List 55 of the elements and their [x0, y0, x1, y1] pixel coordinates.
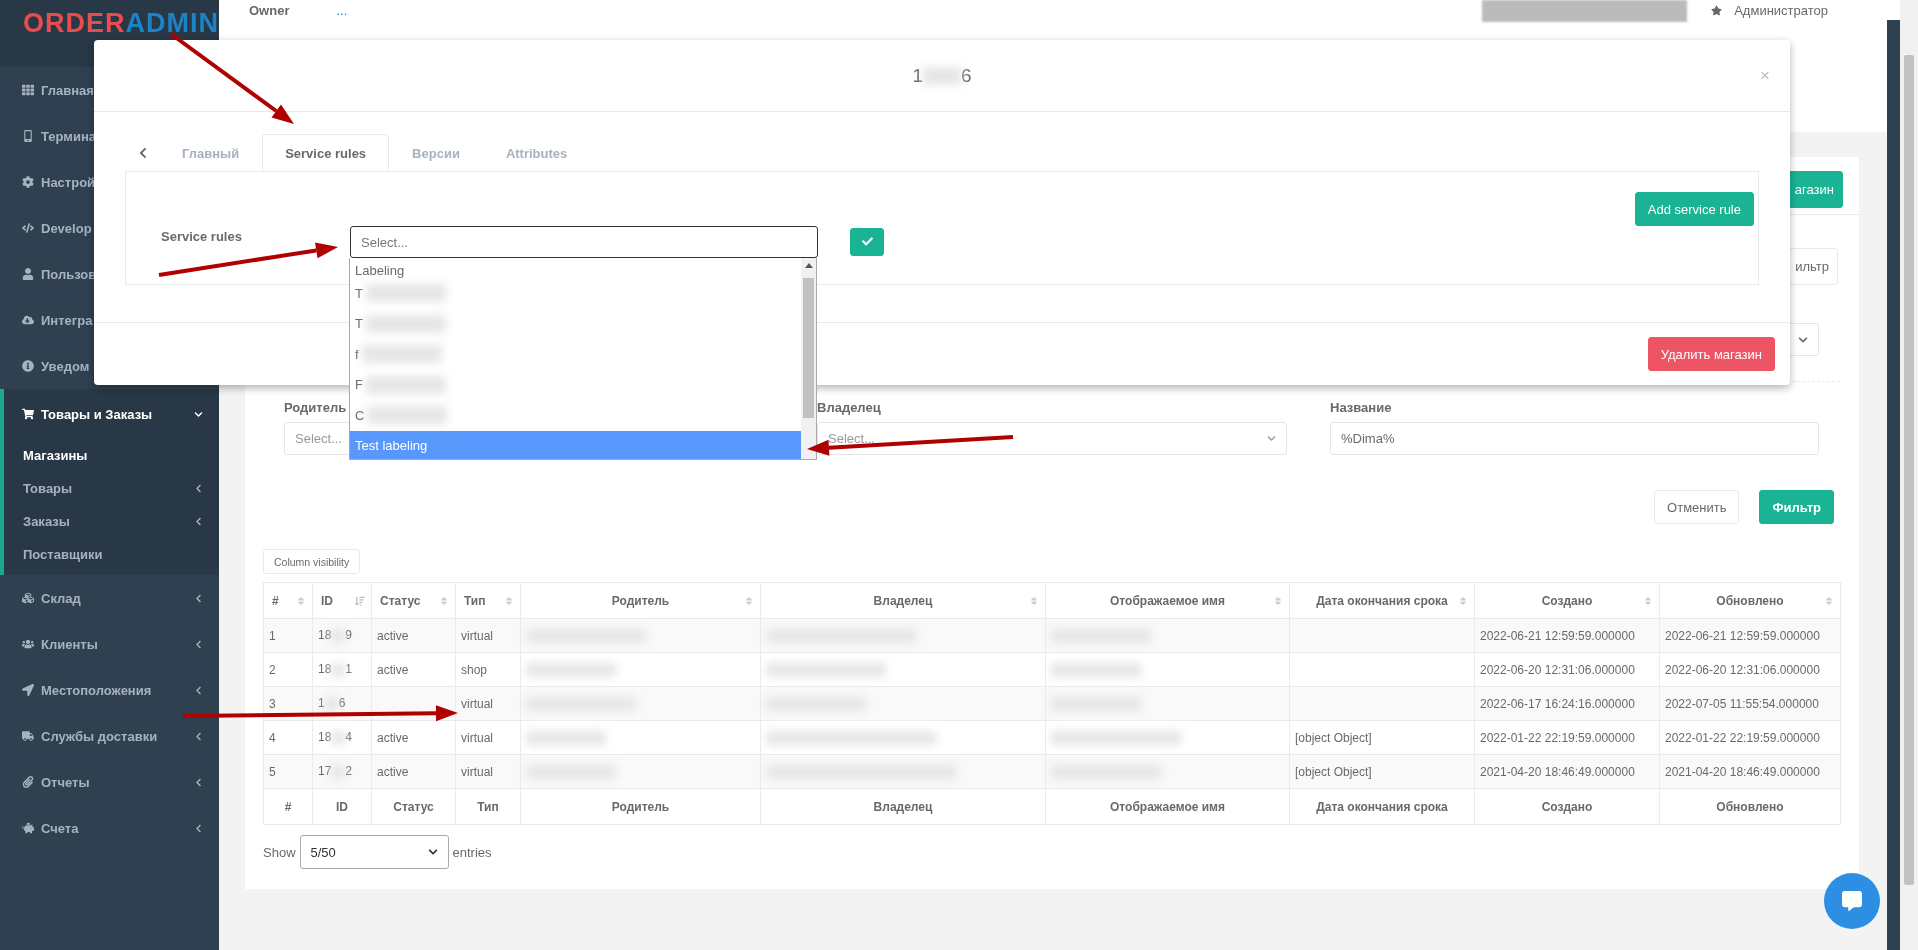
table-cell: 17 [318, 764, 332, 779]
table-cell: 1 [318, 696, 325, 711]
show-label: Show [263, 844, 296, 860]
table-cell: 2022-07-05 11:55:54.000000 [1659, 686, 1841, 721]
table-cell: 2 [345, 764, 353, 779]
table-cell: 9 [345, 628, 353, 643]
column-footer: Владелец [760, 788, 1046, 825]
table-cell: 2022-06-21 12:59:59.000000 [1474, 618, 1660, 653]
table-cell: active [371, 720, 456, 755]
table-cell: active [371, 618, 456, 653]
column-footer: Тип [455, 788, 521, 825]
table-cell: 4 [263, 720, 313, 755]
column-footer: # [263, 788, 313, 825]
table-cell: active [371, 652, 456, 687]
entries-label: entries [452, 844, 492, 860]
table-cell: 18 [318, 662, 332, 677]
table-cell: 1 [263, 618, 313, 653]
table-cell: 2022-01-22 22:19:59.000000 [1659, 720, 1841, 755]
dialog-title: 1 [912, 64, 923, 87]
table-cell: 2022-06-20 12:31:06.000000 [1659, 652, 1841, 687]
column-footer: Статус [371, 788, 456, 825]
owner-label: Owner [249, 3, 290, 18]
field-label: Service rules [161, 229, 242, 244]
table-cell: active [371, 754, 456, 789]
table-cell: 3 [263, 686, 313, 721]
table-cell: 4 [345, 730, 353, 745]
table-cell: 2022-06-21 12:59:59.000000 [1659, 618, 1841, 653]
table-cell: 1 [345, 662, 353, 677]
table-cell: virtual [455, 686, 521, 721]
column-footer: Родитель [520, 788, 761, 825]
table-cell: 2021-04-20 18:46:49.000000 [1659, 754, 1841, 789]
column-footer: ID [312, 788, 372, 825]
dialog-title: 6 [961, 64, 972, 87]
table-cell: 2022-06-20 12:31:06.000000 [1474, 652, 1660, 687]
column-footer: Создано [1474, 788, 1660, 825]
table-cell: virtual [455, 720, 521, 755]
table-cell: shop [455, 652, 521, 687]
table-cell: 2 [263, 652, 313, 687]
table-cell: 6 [338, 696, 346, 711]
table-cell: virtual [455, 618, 521, 653]
table-cell: 5 [263, 754, 313, 789]
column-footer: Дата окончания срока [1289, 788, 1475, 825]
table-cell: 18 [318, 628, 332, 643]
field-label: Владелец [817, 400, 882, 415]
column-footer: Отображаемое имя [1045, 788, 1290, 825]
table-cell: virtual [455, 754, 521, 789]
column-footer: Обновлено [1659, 788, 1841, 825]
field-label: Родитель [284, 400, 348, 415]
table-cell: [object Object] [1289, 754, 1475, 789]
field-label: Название [1330, 400, 1393, 415]
table-cell: 2022-06-17 16:24:16.000000 [1474, 686, 1660, 721]
table-cell: 18 [318, 730, 332, 745]
table-cell: 2021-04-20 18:46:49.000000 [1474, 754, 1660, 789]
table-cell: [object Object] [1289, 720, 1475, 755]
table-cell: 2022-01-22 22:19:59.000000 [1474, 720, 1660, 755]
